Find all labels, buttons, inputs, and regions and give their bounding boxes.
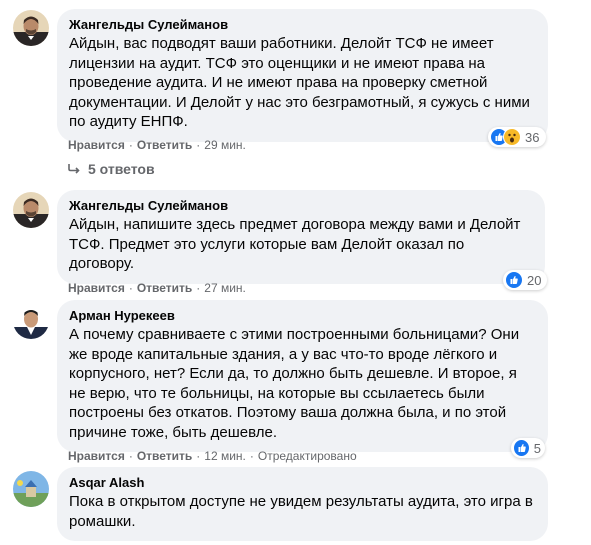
- avatar[interactable]: [13, 192, 49, 228]
- comment-actions: Нравится · Ответить · 27 мин.: [68, 281, 246, 295]
- comment-text: Пока в открытом доступе не увидем резуль…: [69, 493, 533, 530]
- comment-bubble: Asqar Alash Пока в открытом доступе не у…: [57, 467, 548, 541]
- like-link[interactable]: Нравится: [68, 281, 125, 295]
- comment-bubble: Арман Нурекеев А почему сравниваете с эт…: [57, 300, 548, 452]
- reactions-summary[interactable]: 5: [511, 438, 545, 458]
- comment-text: А почему сравниваете с этими построенным…: [69, 326, 520, 441]
- avatar[interactable]: [13, 303, 49, 339]
- view-replies-button[interactable]: 5 ответов: [68, 161, 155, 177]
- avatar[interactable]: [13, 471, 49, 507]
- reply-link[interactable]: Ответить: [137, 281, 192, 295]
- comments-feed: Жангельды Сулейманов Айдын, вас подводят…: [0, 0, 591, 545]
- thumbs-up-icon: [513, 439, 530, 457]
- edited-label[interactable]: Отредактировано: [258, 449, 357, 463]
- reply-link[interactable]: Ответить: [137, 449, 192, 463]
- like-link[interactable]: Нравится: [68, 449, 125, 463]
- comment-actions: Нравится · Ответить · 12 мин. · Отредактирован…: [68, 449, 357, 463]
- comment-bubble: Жангельды Сулейманов Айдын, вас подводят…: [57, 9, 548, 142]
- comment-timestamp[interactable]: 12 мин.: [204, 449, 246, 463]
- comment-text: Айдын, вас подводят ваши работники. Дело…: [69, 35, 530, 130]
- thumbs-up-icon: [505, 271, 523, 289]
- reaction-count: 36: [525, 129, 540, 145]
- comment-author[interactable]: Арман Нурекеев: [69, 308, 536, 324]
- reactions-summary[interactable]: 36: [488, 127, 546, 147]
- comment-timestamp[interactable]: 29 мин.: [204, 138, 246, 152]
- comment-timestamp[interactable]: 27 мин.: [204, 281, 246, 295]
- reply-arrow-icon: [68, 161, 80, 177]
- avatar[interactable]: [13, 10, 49, 46]
- comment-author[interactable]: Жангельды Сулейманов: [69, 17, 536, 33]
- comment-text: Айдын, напишите здесь предмет договора м…: [69, 216, 521, 272]
- replies-count-label: 5 ответов: [88, 161, 155, 177]
- comment-actions: Нравится · Ответить · 29 мин.: [68, 138, 246, 152]
- comment-author[interactable]: Asqar Alash: [69, 475, 536, 491]
- reactions-summary[interactable]: 20: [503, 270, 547, 290]
- comment-author[interactable]: Жангельды Сулейманов: [69, 198, 533, 214]
- like-link[interactable]: Нравится: [68, 138, 125, 152]
- reaction-count: 5: [533, 440, 541, 456]
- reply-link[interactable]: Ответить: [137, 138, 192, 152]
- comment-bubble: Жангельды Сулейманов Айдын, напишите зде…: [57, 190, 545, 284]
- wow-face-icon: [503, 128, 521, 146]
- reaction-count: 20: [527, 272, 542, 288]
